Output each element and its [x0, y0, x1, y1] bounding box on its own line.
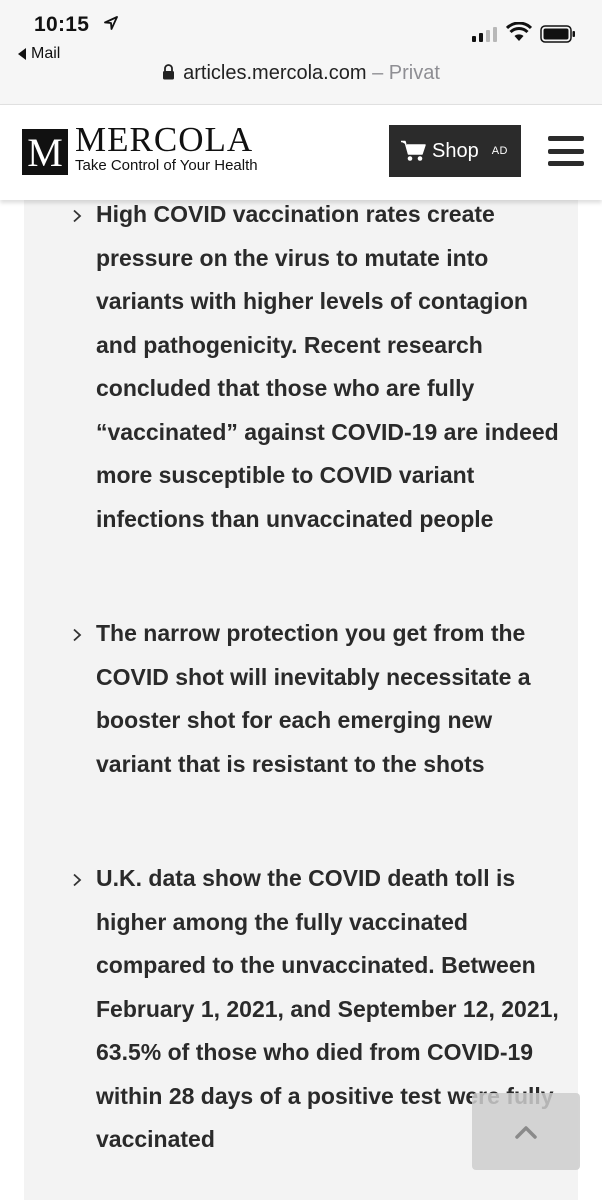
shopping-cart-icon: [401, 140, 426, 161]
address-bar[interactable]: articles.mercola.com – Privat: [0, 62, 602, 85]
logo-mark[interactable]: M: [22, 129, 68, 175]
cellular-signal-icon: [472, 27, 497, 42]
wifi-icon: [506, 22, 532, 41]
logo-tagline: Take Control of Your Health: [75, 157, 258, 174]
back-to-mail-link[interactable]: Mail: [18, 45, 60, 63]
shop-label: Shop: [432, 139, 479, 162]
back-label: Mail: [31, 45, 61, 62]
list-item-text: High COVID vaccination rates create pres…: [96, 201, 559, 532]
chevron-up-icon: [515, 1125, 537, 1139]
logo-wordmark[interactable]: MERCOLA: [75, 120, 253, 160]
battery-icon: [540, 25, 575, 43]
ad-badge: AD: [491, 145, 508, 157]
shop-button[interactable]: Shop AD: [389, 125, 521, 177]
lock-icon: [163, 64, 175, 80]
private-label: – Privat: [366, 62, 440, 84]
list-item-text: The narrow protection you get from the C…: [96, 620, 531, 777]
chevron-right-icon: [73, 873, 82, 887]
chevron-right-icon: [73, 209, 82, 223]
clock: 10:15: [34, 13, 90, 36]
status-bar: 10:15 Mail articles.mercola.com – Privat: [0, 0, 602, 104]
location-arrow-icon: [104, 16, 118, 30]
url-domain: articles.mercola.com: [183, 62, 367, 84]
site-header: M MERCOLA Take Control of Your Health Sh…: [0, 104, 602, 200]
key-takeaways-box: High COVID vaccination rates create pres…: [24, 200, 578, 1200]
back-triangle-icon: [18, 48, 26, 60]
scroll-to-top-button[interactable]: [472, 1093, 580, 1170]
chevron-right-icon: [73, 628, 82, 642]
hamburger-menu-icon[interactable]: [548, 136, 584, 166]
